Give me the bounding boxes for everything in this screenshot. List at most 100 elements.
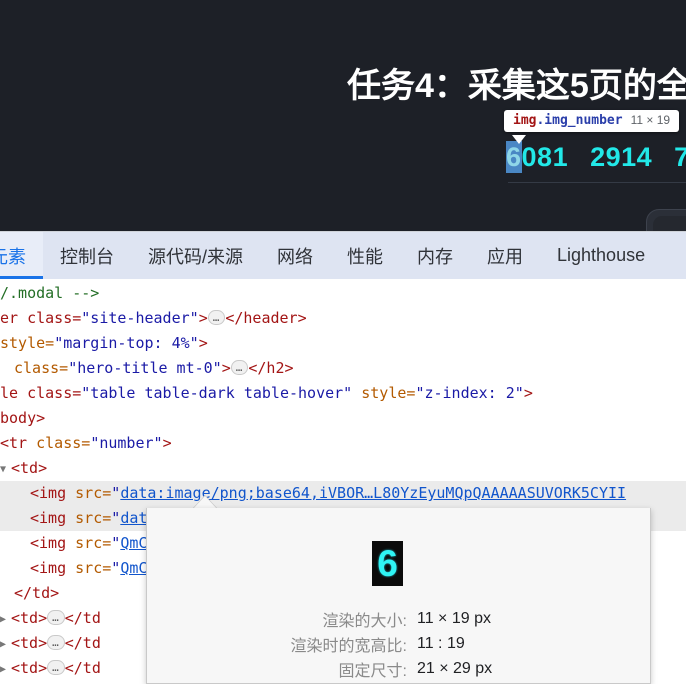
dom-td-collapsed-open-1: <td> — [11, 609, 48, 627]
tab-network-label: 网络 — [277, 246, 314, 267]
dom-div-gt: > — [198, 334, 208, 352]
dom-h2-gt: > — [221, 359, 231, 377]
thumbnail-digit: 6 — [377, 543, 398, 584]
dom-header-gt: > — [198, 309, 208, 327]
property-label-rendered-size: 渲染的大小: — [322, 612, 407, 630]
dom-table-open: le class= — [0, 384, 82, 402]
dom-space-1 — [352, 384, 361, 402]
dom-tr-val: "number" — [90, 434, 163, 452]
dom-table-class-val: "table table-dark table-hover" — [81, 384, 353, 402]
expand-triangle-icon[interactable]: ▶ — [0, 607, 11, 632]
node-tooltip-arrow — [512, 135, 526, 144]
dom-tr-open: <tr — [0, 434, 37, 452]
dom-table-style-val: "z-index: 2" — [415, 384, 524, 402]
tab-memory-label: 内存 — [417, 246, 454, 267]
dom-img-open-1: <img — [30, 484, 76, 502]
tab-elements[interactable]: 元素 — [0, 232, 43, 279]
dom-header-close: </header> — [225, 309, 307, 327]
expand-ellipsis-icon[interactable]: … — [47, 660, 65, 675]
number-cell-1[interactable]: 6081 — [506, 141, 569, 173]
tab-sources[interactable]: 源代码/来源 — [131, 232, 260, 279]
number-cell-2[interactable]: 2914 — [590, 142, 652, 172]
tab-performance-label: 性能 — [347, 246, 384, 267]
dom-h2-class-attr: class= — [14, 359, 69, 377]
dom-td-collapsed-close-2: </td — [64, 634, 101, 652]
property-value-rendered-size: 11 × 19 px — [417, 609, 491, 627]
property-label-intrinsic-size: 固定尺寸: — [338, 662, 407, 680]
page-floating-panel-inner — [653, 216, 686, 231]
dom-img-quote-2: " — [111, 509, 121, 527]
image-preview-popup: 6 渲染的大小: 11 × 19 px 渲染时的宽高比: 11 : 19 固定尺… — [146, 508, 651, 684]
tab-memory[interactable]: 内存 — [400, 232, 470, 279]
dom-td-open: <td> — [11, 459, 48, 477]
tab-lighthouse-label: Lighthouse — [557, 245, 646, 265]
dom-tr-gt: > — [162, 434, 172, 452]
dom-img-src-attr-4: src= — [75, 559, 112, 577]
dom-td-collapsed-close-3: </td — [64, 659, 101, 677]
dom-header-open: er class= — [0, 309, 82, 327]
expand-ellipsis-icon[interactable]: … — [230, 360, 249, 375]
node-tooltip-class: .img_number — [536, 113, 623, 128]
dom-img-src-attr-2: src= — [75, 509, 112, 527]
tab-performance[interactable]: 性能 — [330, 232, 400, 279]
dom-row-h2[interactable]: class="hero-title mt-0">… </h2> — [0, 356, 686, 381]
property-row: 固定尺寸: 21 × 29 px — [147, 656, 652, 681]
expand-ellipsis-icon[interactable]: … — [47, 610, 65, 625]
devtools-tabbar: 元素 控制台 源代码/来源 网络 性能 内存 应用 Lighthouse — [0, 232, 686, 279]
dom-h2-class-val: "hero-title mt-0" — [68, 359, 222, 377]
tab-console-label: 控制台 — [60, 246, 114, 267]
dom-img-src-value-4[interactable]: QmC — [120, 559, 147, 577]
dom-row-img-selected[interactable]: <img src="data:image/png;base64,iVBOR…L8… — [0, 481, 686, 506]
property-value-rendered-ratio: 11 : 19 — [417, 634, 465, 652]
dom-img-open-4: <img — [30, 559, 76, 577]
property-row: 渲染时的宽高比: 11 : 19 — [147, 631, 652, 656]
expand-triangle-icon[interactable]: ▶ — [0, 632, 11, 657]
dom-row-div-style[interactable]: style="margin-top: 4%"> — [0, 331, 686, 356]
node-tooltip-tag: img — [513, 113, 537, 128]
number-cell-3[interactable]: 7378 — [674, 142, 686, 172]
dom-row-tbody[interactable]: body> — [0, 406, 686, 431]
property-row: 渲染的大小: 11 × 19 px — [147, 606, 652, 631]
tab-network[interactable]: 网络 — [260, 232, 330, 279]
dom-h2-close: </h2> — [248, 359, 294, 377]
page-title: 任务4：采集这5页的全部数 — [347, 67, 686, 105]
tab-console[interactable]: 控制台 — [43, 232, 131, 279]
node-tooltip-size: 11 × 19 — [630, 113, 671, 127]
dom-row-td-open[interactable]: ▼ <td> — [0, 456, 686, 481]
expand-ellipsis-icon[interactable]: … — [207, 310, 226, 325]
tab-application[interactable]: 应用 — [470, 232, 540, 279]
table-row-divider — [508, 182, 686, 183]
expand-ellipsis-icon[interactable]: … — [47, 635, 65, 650]
highlighted-digit[interactable]: 6 — [506, 141, 522, 173]
dom-td-collapsed-close-1: </td — [64, 609, 101, 627]
dom-td-collapsed-open-3: <td> — [11, 659, 48, 677]
dom-comment-text: /.modal --> — [0, 284, 100, 302]
dom-img-src-attr-3: src= — [75, 534, 112, 552]
expand-triangle-icon[interactable]: ▶ — [0, 657, 11, 682]
collapse-triangle-icon[interactable]: ▼ — [0, 457, 11, 482]
dom-row-tr[interactable]: <tr class="number"> — [0, 431, 686, 456]
dom-div-style-val: "margin-top: 4%" — [54, 334, 199, 352]
property-label-rendered-ratio: 渲染时的宽高比: — [290, 637, 407, 655]
dom-img-src-attr-1: src= — [75, 484, 112, 502]
tab-application-label: 应用 — [487, 246, 524, 267]
number-cell-1-rest: 081 — [521, 142, 569, 172]
dom-row-header[interactable]: er class="site-header">… </header> — [0, 306, 686, 331]
number-row: 6081 2914 7378 — [506, 141, 686, 173]
dom-td-close: </td> — [14, 584, 60, 602]
dom-img-quote-3: " — [111, 534, 121, 552]
dom-img-quote-1: " — [111, 484, 121, 502]
dom-img-src-value-3[interactable]: QmC — [120, 534, 147, 552]
node-highlight-tooltip: img.img_number 11 × 19 — [504, 110, 680, 132]
tab-elements-label: 元素 — [0, 246, 26, 267]
dom-td-collapsed-open-2: <td> — [11, 634, 48, 652]
dom-table-gt: > — [523, 384, 533, 402]
dom-img-open-3: <img — [30, 534, 76, 552]
dom-tr-attr: class= — [36, 434, 91, 452]
dom-img-open-2: <img — [30, 509, 76, 527]
tab-lighthouse[interactable]: Lighthouse — [540, 232, 662, 279]
screenshot-root: 任务4：采集这5页的全部数 608129147378 img.img_numbe… — [0, 0, 686, 684]
dom-row-comment[interactable]: /.modal --> — [0, 281, 686, 306]
dom-row-table[interactable]: le class="table table-dark table-hover" … — [0, 381, 686, 406]
dom-table-style-attr: style= — [361, 384, 416, 402]
